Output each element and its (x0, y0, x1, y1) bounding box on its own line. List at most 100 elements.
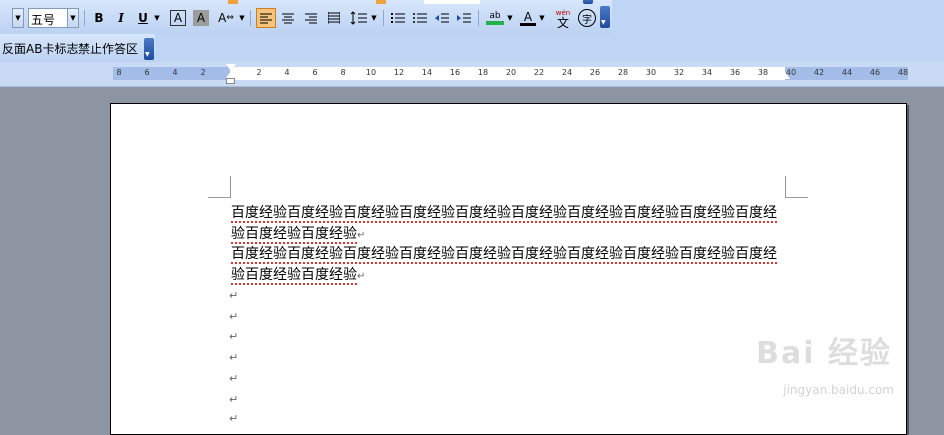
crop-mark (786, 197, 808, 198)
ruler-tick-label: 44 (841, 68, 853, 77)
font-color-button[interactable]: A (518, 8, 538, 28)
distributed-align-button[interactable] (325, 8, 343, 28)
underline-dropdown-icon[interactable]: ▼ (152, 8, 162, 28)
phonetic-guide-button[interactable]: wén 文 (552, 8, 574, 30)
ruler-tick-label: 22 (533, 68, 545, 77)
toolbar-top-field (424, 0, 480, 4)
ruler-tick-label: 20 (505, 68, 517, 77)
distributed-align-icon (328, 12, 340, 24)
toolbar-empty-area (155, 34, 944, 62)
char-scale-button[interactable]: A ⇔ (214, 8, 238, 28)
ruler-tick-label: 2 (200, 68, 206, 77)
numbered-list-icon (391, 13, 405, 23)
font-size-value: 五号 (31, 13, 56, 27)
paragraph-mark: ↵ (229, 289, 239, 302)
bulleted-list-icon (413, 13, 427, 23)
text-line[interactable]: 百度经验百度经验百度经验百度经验百度经验百度经验百度经验百度经验百度经验百度经 (231, 202, 777, 223)
ruler-tick-label: 16 (449, 68, 461, 77)
highlight-dropdown-icon[interactable]: ▼ (506, 8, 514, 28)
decrease-indent-icon (435, 13, 449, 23)
text-line[interactable]: 验百度经验百度经验↵ (231, 223, 365, 244)
ruler-tick-label: 6 (312, 68, 318, 77)
line-spacing-dropdown-icon[interactable]: ▼ (370, 8, 378, 28)
toolbar-empty-area (612, 0, 944, 34)
ruler-tick-label: 8 (340, 68, 346, 77)
baidu-watermark-url: jingyan.baidu.com (783, 383, 894, 397)
ruler-tick-label: 30 (645, 68, 657, 77)
baidu-watermark-logo: Bai 经验 (756, 336, 892, 371)
bullets-button[interactable] (411, 8, 429, 28)
ruler-tick-label: 42 (813, 68, 825, 77)
no-answer-zone-button[interactable]: 禁止作答区 (76, 38, 140, 58)
right-indent-marker[interactable] (780, 72, 790, 79)
ruler-tick-label: 32 (673, 68, 685, 77)
underline-button[interactable]: U (134, 8, 152, 28)
increase-indent-icon (457, 13, 471, 23)
ruler-tick-label: 12 (393, 68, 405, 77)
paragraph-mark: ↵ (229, 330, 239, 343)
first-line-indent-marker[interactable] (226, 64, 236, 71)
ruler-tick-label: 14 (421, 68, 433, 77)
toolbar-top-accent (376, 0, 386, 4)
crop-mark (230, 176, 231, 198)
decrease-indent-button[interactable] (433, 8, 451, 28)
ruler-tick-label: 26 (589, 68, 601, 77)
toolbar-options-handle[interactable]: ▼ (600, 6, 610, 28)
align-center-button[interactable] (279, 8, 297, 28)
char-shading-button[interactable]: A (193, 10, 209, 26)
ruler-tick-label: 38 (757, 68, 769, 77)
toolbar-separator (250, 10, 251, 26)
hanging-indent-marker[interactable] (226, 71, 236, 78)
phonetic-guide-icon: 文 (556, 15, 569, 30)
ruler-tick-label: 48 (897, 68, 909, 77)
font-color-dropdown-icon[interactable]: ▼ (538, 8, 546, 28)
font-size-combo[interactable]: 五号 (28, 8, 68, 28)
line-spacing-icon (350, 11, 367, 25)
text-line[interactable]: 百度经验百度经验百度经验百度经验百度经验百度经验百度经验百度经验百度经验百度经 (231, 243, 777, 264)
ruler-tick-label: 2 (256, 68, 262, 77)
ruler-tick-label: 4 (284, 68, 290, 77)
char-scale-dropdown-icon[interactable]: ▼ (238, 8, 246, 28)
toolbar-separator (84, 10, 85, 26)
align-left-button[interactable] (256, 8, 276, 28)
font-size-dropdown-arrow[interactable]: ▼ (67, 8, 79, 28)
paragraph-mark: ↵ (229, 351, 239, 364)
ruler-tick-label: 34 (701, 68, 713, 77)
text-line[interactable]: 验百度经验百度经验↵ (231, 264, 365, 285)
font-color-swatch (520, 22, 536, 26)
ruler-tick-label: 10 (365, 68, 377, 77)
ab-card-mark-button[interactable]: 反面AB卡标志 (0, 38, 80, 58)
toolbar-separator (383, 10, 384, 26)
ruler-tick-label: 4 (172, 68, 178, 77)
align-center-icon (282, 13, 294, 24)
left-indent-marker[interactable] (226, 78, 235, 84)
char-scale-icon: A (218, 11, 227, 25)
ruler-tick-label: 46 (869, 68, 881, 77)
ruler-tick-label: 8 (116, 68, 122, 77)
ruler-tick-label: 36 (729, 68, 741, 77)
align-right-icon (305, 13, 317, 24)
highlight-button[interactable]: ab (484, 8, 506, 28)
bold-button[interactable]: B (90, 8, 108, 28)
line-spacing-button[interactable] (348, 8, 370, 28)
toolbar-options-handle-top[interactable] (583, 0, 593, 4)
ruler-tick-label: 18 (477, 68, 489, 77)
enclose-char-button[interactable]: 字 (578, 9, 596, 27)
paragraph-mark: ↵ (229, 310, 239, 323)
paragraph-mark: ↵ (229, 412, 239, 425)
toolbar2-options-handle[interactable]: ▼ (144, 38, 154, 60)
increase-indent-button[interactable] (455, 8, 473, 28)
align-right-button[interactable] (302, 8, 320, 28)
italic-button[interactable]: I (112, 8, 130, 28)
char-border-button[interactable]: A (170, 10, 186, 26)
numbering-button[interactable] (389, 8, 407, 28)
crop-mark (208, 197, 230, 198)
ruler-tick-label: 28 (617, 68, 629, 77)
align-left-icon (260, 13, 272, 24)
ruler-tick-label: 24 (561, 68, 573, 77)
paragraph-mark: ↵ (229, 372, 239, 385)
toolbar-top-accent (228, 0, 238, 4)
paragraph-mark: ↵ (229, 393, 239, 406)
toolbar-separator (478, 10, 479, 26)
font-name-dropdown-arrow[interactable]: ▼ (12, 8, 24, 28)
